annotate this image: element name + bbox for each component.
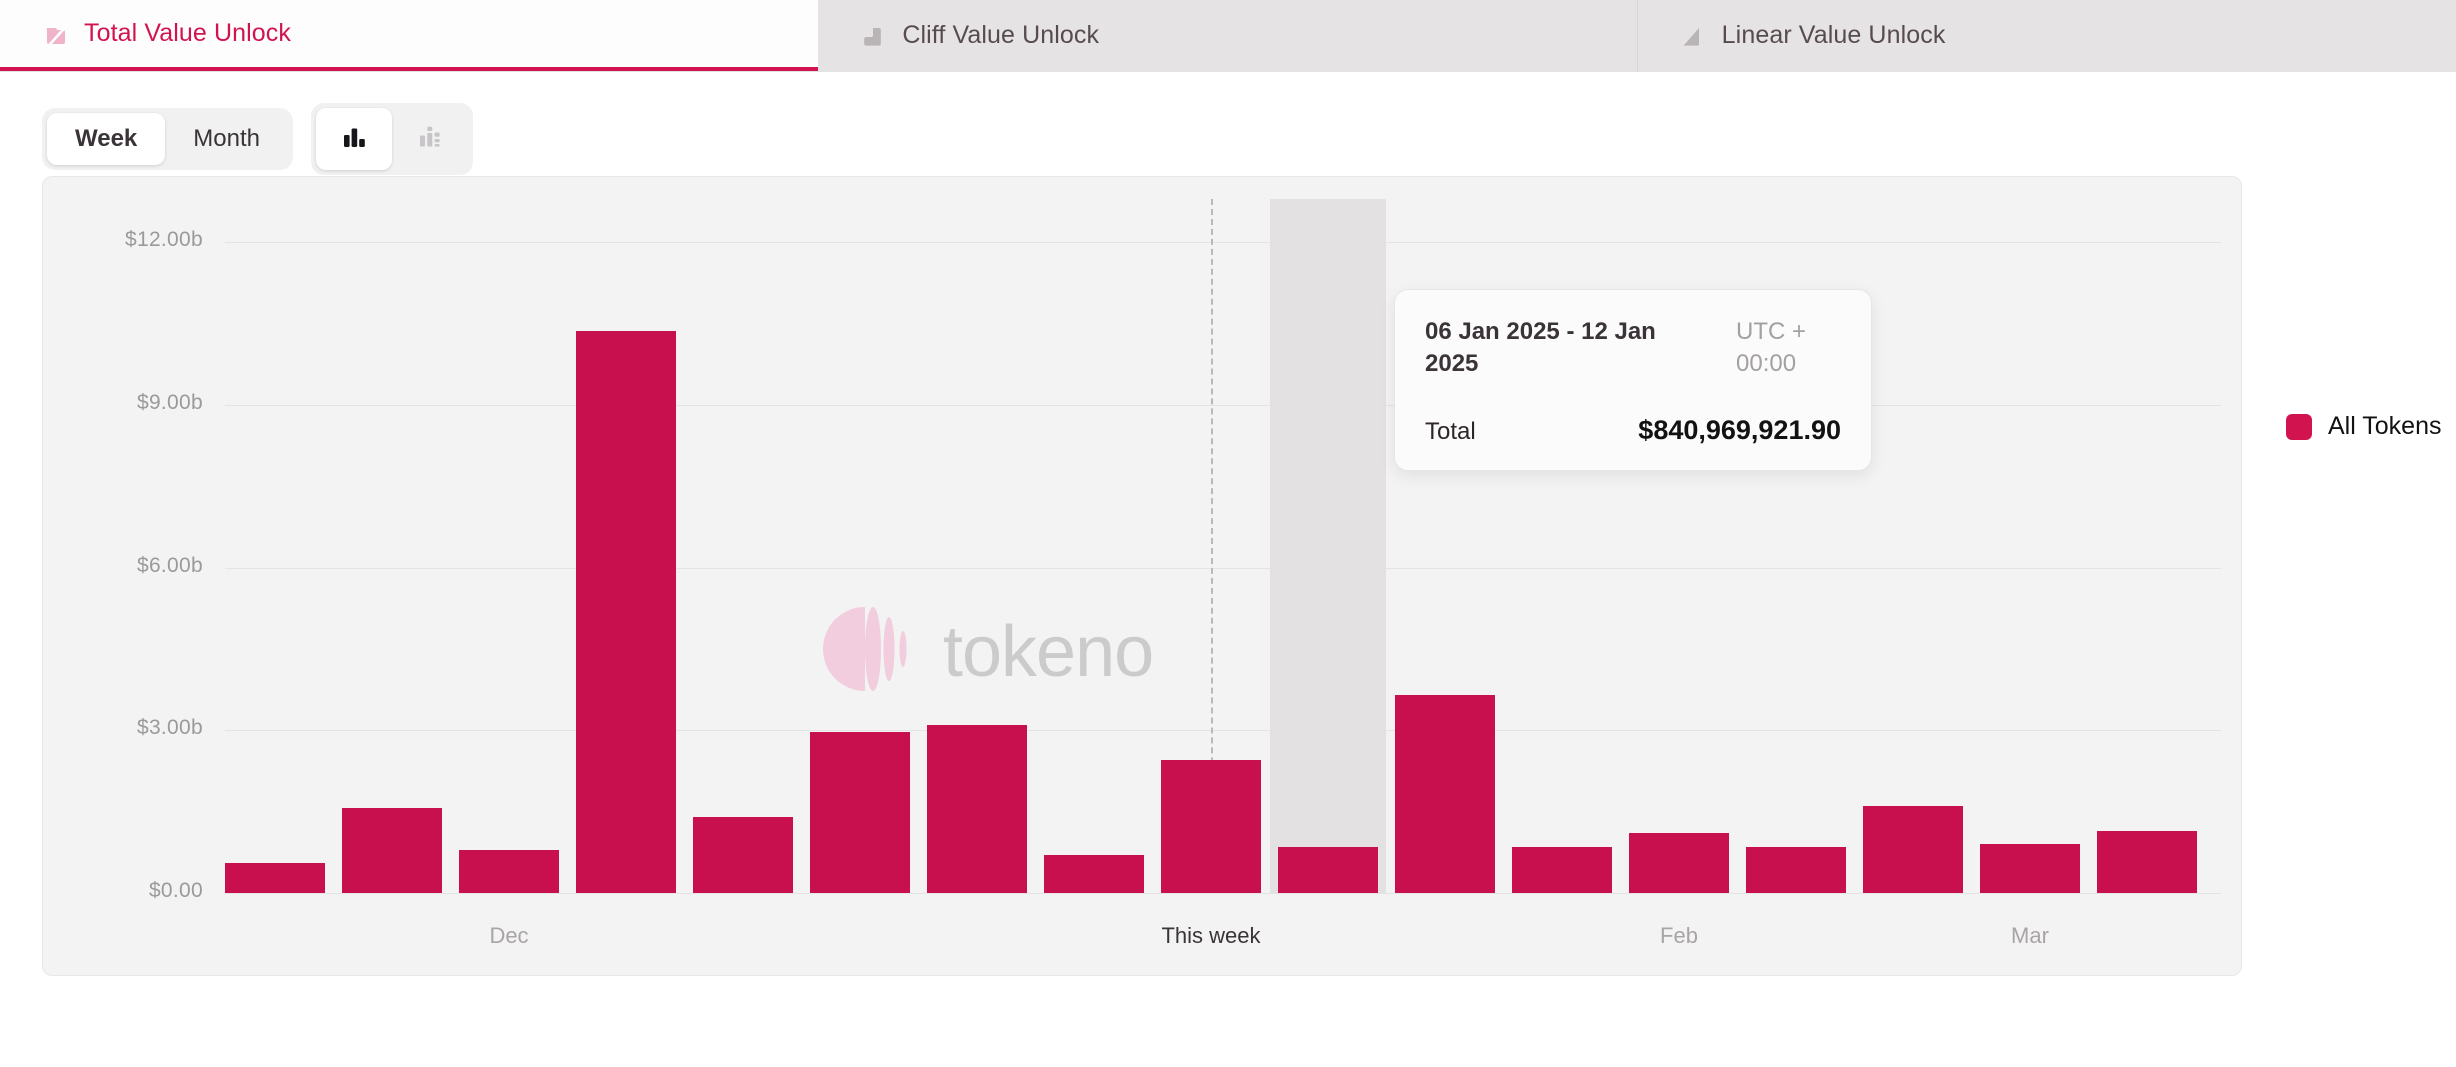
y-axis-tick-label: $3.00b: [136, 716, 203, 740]
x-axis-tick-label: This week: [1161, 923, 1261, 948]
chart-plot-area[interactable]: $0.00 $3.00b $6.00b $9.00b $12.00b Dec This we…: [43, 177, 2241, 975]
chart-bar[interactable]: [225, 863, 325, 893]
tooltip-timezone: UTC + 00:00: [1736, 318, 1807, 377]
y-axis-tick-label: $0.00: [148, 879, 203, 902]
chart-bar[interactable]: [1278, 847, 1378, 893]
x-axis-tick-label: Feb: [1660, 923, 1698, 948]
chart-section: $0.00 $3.00b $6.00b $9.00b $12.00b Dec This we…: [0, 176, 2456, 976]
chart-legend: All Tokens: [2286, 412, 2442, 441]
chart-bar[interactable]: [342, 808, 442, 893]
chart-bar[interactable]: [1629, 833, 1729, 893]
x-axis-tick-label: Dec: [489, 923, 529, 948]
chart-tooltip: 06 Jan 2025 - 12 Jan 2025 UTC + 00:00 To…: [1394, 289, 1872, 472]
chart-bar[interactable]: [576, 330, 676, 893]
cliff-value-unlock-icon: [856, 21, 886, 51]
tooltip-total-value: $840,969,921.90: [1638, 415, 1841, 446]
tab-label: Cliff Value Unlock: [902, 21, 1100, 49]
period-toggle-group: Week Month: [42, 108, 293, 170]
tab-total-value-unlock[interactable]: Total Value Unlock: [0, 0, 819, 71]
y-gridline: [225, 567, 2221, 569]
hovered-column-highlight: [1270, 199, 1386, 893]
chart-bar[interactable]: [810, 731, 910, 893]
y-gridline: [225, 242, 2221, 243]
x-axis-tick-label: Mar: [2011, 923, 2049, 948]
bar-chart-icon: [339, 122, 369, 157]
total-value-unlock-icon: [38, 19, 68, 49]
chart-type-toggle-group: [310, 103, 473, 175]
y-axis-tick-label: $12.00b: [124, 228, 203, 251]
chart-bar[interactable]: [1746, 846, 1846, 893]
chart-bar[interactable]: [1980, 844, 2080, 893]
chart-bar[interactable]: [1512, 846, 1612, 893]
tab-linear-value-unlock[interactable]: Linear Value Unlock: [1636, 0, 2456, 71]
y-axis-tick-label: $6.00b: [136, 553, 203, 577]
tab-cliff-value-unlock[interactable]: Cliff Value Unlock: [818, 0, 1637, 71]
unlock-type-tabs: Total Value Unlock Cliff Value Unlock Li…: [0, 0, 2456, 72]
linear-value-unlock-icon: [1676, 21, 1706, 51]
tab-label: Linear Value Unlock: [1721, 21, 1946, 49]
chart-bar[interactable]: [693, 817, 793, 893]
chart-bar[interactable]: [2097, 830, 2197, 893]
chart-controls: Week Month: [0, 72, 2456, 176]
unlock-chart-card: $0.00 $3.00b $6.00b $9.00b $12.00b Dec This we…: [42, 176, 2242, 976]
tooltip-total-label: Total: [1425, 418, 1476, 446]
chart-bar[interactable]: [927, 724, 1027, 893]
legend-swatch-all-tokens: [2286, 413, 2312, 440]
chart-bar[interactable]: [459, 849, 559, 893]
tab-label: Total Value Unlock: [84, 19, 292, 47]
y-gridline: [225, 893, 2221, 894]
y-gridline: [225, 404, 2221, 406]
chart-bar[interactable]: [1044, 855, 1144, 893]
chart-bar[interactable]: [1161, 760, 1261, 893]
legend-label-all-tokens[interactable]: All Tokens: [2328, 412, 2442, 441]
stacked-bar-chart-view-button[interactable]: [392, 108, 468, 170]
period-week-button[interactable]: Week: [47, 113, 166, 165]
chart-bar[interactable]: [1863, 806, 1963, 893]
tooltip-date-range: 06 Jan 2025 - 12 Jan 2025: [1425, 318, 1656, 377]
chart-bar[interactable]: [1395, 694, 1495, 893]
bar-chart-view-button[interactable]: [315, 108, 392, 170]
y-gridline: [225, 730, 2221, 732]
y-axis-tick-label: $9.00b: [136, 390, 203, 414]
stacked-bar-chart-icon: [415, 122, 445, 157]
period-month-button[interactable]: Month: [165, 113, 288, 165]
